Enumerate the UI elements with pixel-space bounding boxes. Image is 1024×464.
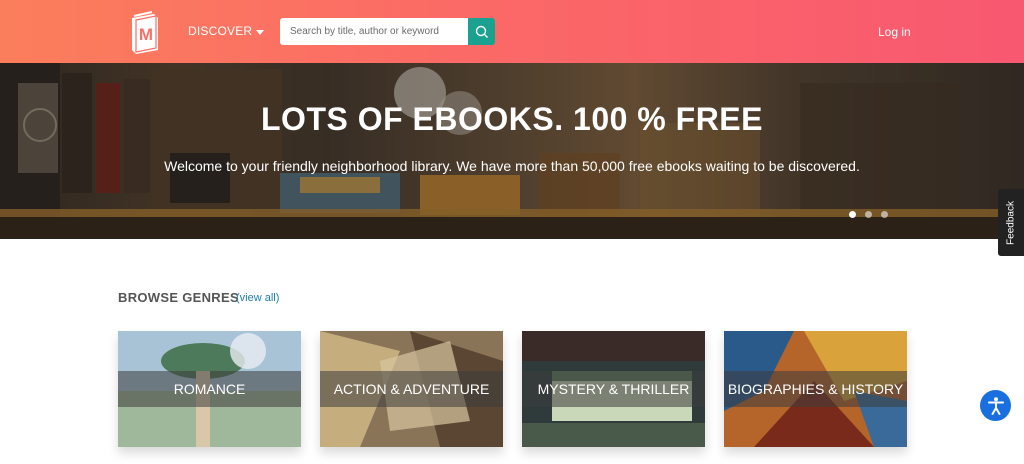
feedback-tab[interactable]: Feedback (998, 189, 1024, 256)
hero-title: LOTS OF EBOOKS. 100 % FREE (261, 101, 763, 137)
carousel-dot-1[interactable] (849, 211, 856, 218)
carousel-dot-3[interactable] (881, 211, 888, 218)
genre-label: MYSTERY & THRILLER (537, 381, 690, 397)
hero-subtitle: Welcome to your friendly neighborhood li… (164, 158, 860, 174)
accessibility-icon (987, 396, 1004, 415)
book-logo-icon[interactable]: M (126, 10, 162, 54)
carousel-dot-2[interactable] (865, 211, 872, 218)
genre-card-biographies-history[interactable]: BIOGRAPHIES & HISTORY (724, 331, 907, 447)
discover-menu[interactable]: DISCOVER (188, 24, 265, 38)
genre-label: ROMANCE (173, 381, 246, 397)
discover-label: DISCOVER (188, 24, 253, 38)
search-button[interactable] (468, 18, 495, 45)
genre-card-mystery-thriller[interactable]: MYSTERY & THRILLER (522, 331, 705, 447)
svg-text:M: M (139, 25, 153, 44)
top-header: M DISCOVER Log in (0, 0, 1024, 63)
search-icon (475, 25, 488, 38)
view-all-link[interactable]: (view all) (236, 292, 279, 304)
hero-banner: LOTS OF EBOOKS. 100 % FREE Welcome to yo… (0, 63, 1024, 239)
genre-label: ACTION & ADVENTURE (333, 381, 490, 397)
genre-band: ROMANCE (118, 371, 301, 407)
genre-band: ACTION & ADVENTURE (320, 371, 503, 407)
login-link[interactable]: Log in (878, 25, 911, 39)
genre-card-action-adventure[interactable]: ACTION & ADVENTURE (320, 331, 503, 447)
caret-down-icon (256, 29, 265, 35)
genre-band: MYSTERY & THRILLER (522, 371, 705, 407)
browse-genres-heading: BROWSE GENRES (118, 290, 239, 305)
feedback-label: Feedback (1005, 200, 1017, 245)
genre-band: BIOGRAPHIES & HISTORY (724, 371, 907, 407)
search-bar (280, 18, 495, 45)
genre-card-romance[interactable]: ROMANCE (118, 331, 301, 447)
genre-label: BIOGRAPHIES & HISTORY (727, 381, 904, 397)
accessibility-button[interactable] (980, 390, 1011, 421)
search-input[interactable] (280, 18, 468, 45)
carousel-dots (849, 211, 888, 218)
